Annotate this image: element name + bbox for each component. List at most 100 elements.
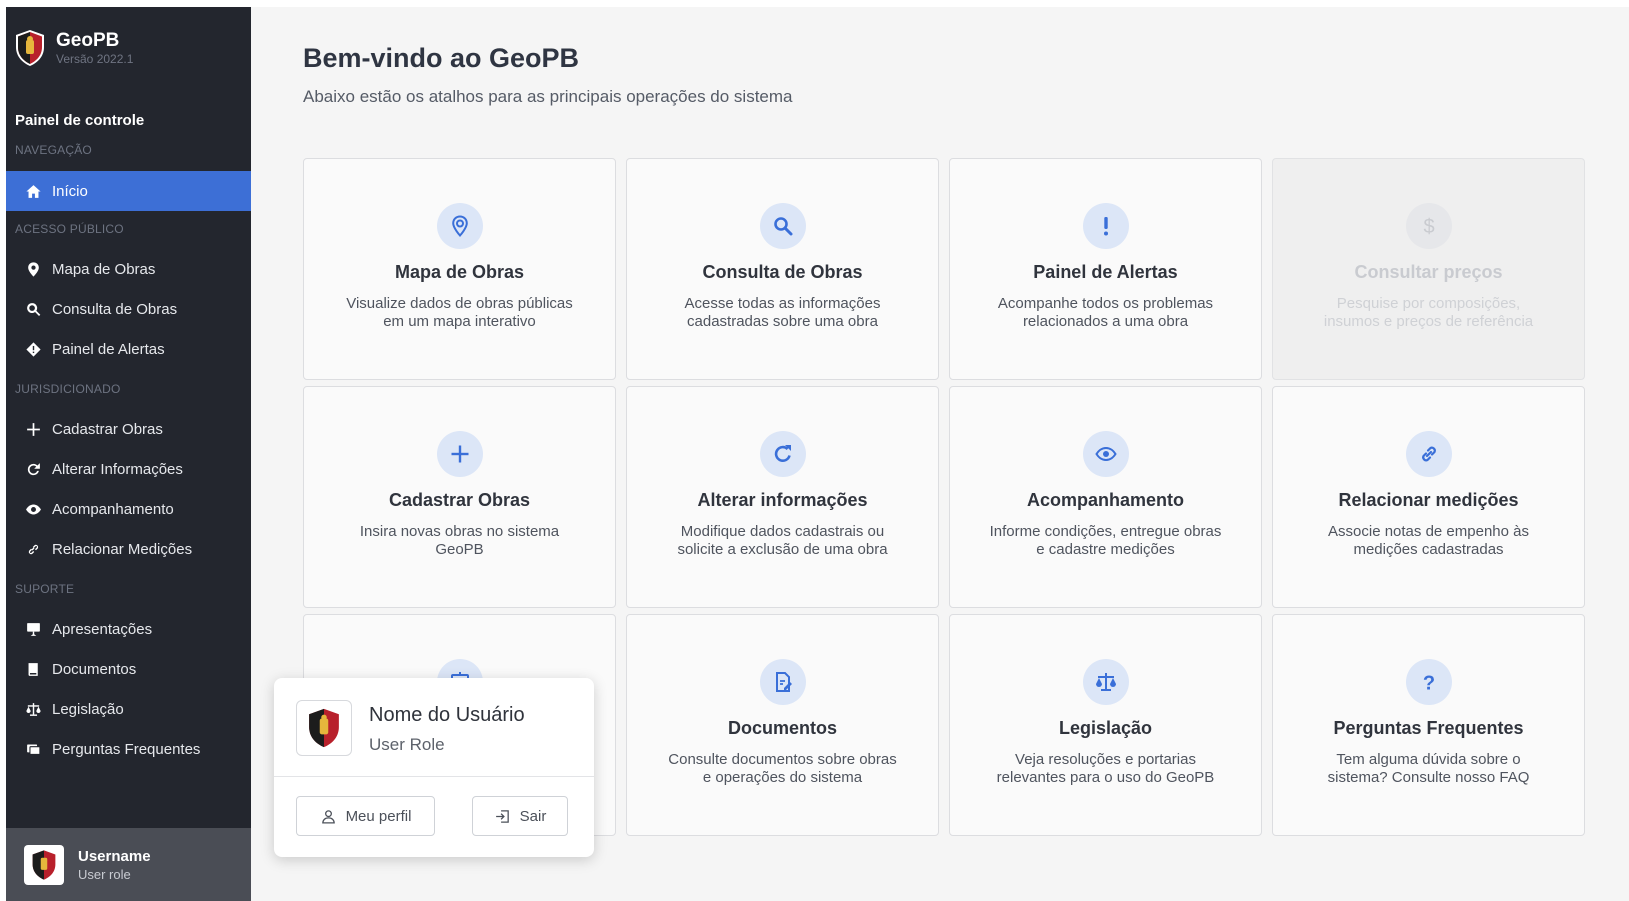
geopb-shield-logo bbox=[32, 849, 56, 880]
card-description: Modifique dados cadastrais ou solicite a… bbox=[677, 523, 888, 558]
card-title: Mapa de Obras bbox=[394, 262, 525, 282]
home-icon bbox=[23, 181, 43, 201]
logout-button[interactable]: Sair bbox=[472, 796, 568, 836]
sidebar-item-painel-de-alertas[interactable]: Painel de Alertas bbox=[6, 329, 251, 369]
app-name: GeoPB bbox=[56, 30, 120, 51]
sidebar-item-perguntas-frequentes[interactable]: Perguntas Frequentes bbox=[6, 729, 251, 769]
card-title: Consultar preços bbox=[1354, 262, 1503, 282]
section-label-acesso-publico: ACESSO PÚBLICO bbox=[15, 222, 124, 236]
card-description: Consulte documentos sobre obras e operaç… bbox=[668, 751, 897, 786]
presentation-icon bbox=[23, 619, 43, 639]
card-alterar-informacoes[interactable]: Alterar informações Modifique dados cada… bbox=[626, 386, 939, 608]
sidebar-item-apresentacoes[interactable]: Apresentações bbox=[6, 609, 251, 649]
card-description: Acompanhe todos os problemas relacionado… bbox=[997, 295, 1214, 330]
sidebar-item-alterar-informacoes[interactable]: Alterar Informações bbox=[6, 449, 251, 489]
sidebar-user[interactable]: Username User role bbox=[6, 828, 251, 901]
sidebar: GeoPB Versão 2022.1 Painel de controle N… bbox=[6, 7, 251, 901]
sidebar-item-documentos[interactable]: Documentos bbox=[6, 649, 251, 689]
popup-user-name: Nome do Usuário bbox=[369, 704, 525, 726]
map-pin-icon bbox=[23, 259, 43, 279]
card-title: Painel de Alertas bbox=[1033, 262, 1178, 282]
sidebar-item-acompanhamento[interactable]: Acompanhamento bbox=[6, 489, 251, 529]
sidebar-item-label: Acompanhamento bbox=[52, 500, 174, 518]
footer-username: Username bbox=[78, 847, 151, 865]
card-description: Associe notas de empenho às medições cad… bbox=[1328, 523, 1529, 558]
card-description: Informe condições, entregue obras e cada… bbox=[989, 523, 1222, 558]
card-consultar-precos: $ Consultar preços Pesquise por composiç… bbox=[1272, 158, 1585, 380]
document-edit-icon bbox=[760, 659, 806, 705]
eye-icon bbox=[1083, 431, 1129, 477]
divider bbox=[274, 776, 594, 777]
sidebar-item-label: Painel de Alertas bbox=[52, 340, 165, 358]
sidebar-item-mapa-de-obras[interactable]: Mapa de Obras bbox=[6, 249, 251, 289]
brand[interactable]: GeoPB Versão 2022.1 bbox=[14, 29, 133, 67]
refresh-icon bbox=[760, 431, 806, 477]
book-icon bbox=[23, 659, 43, 679]
card-documentos[interactable]: Documentos Consulte documentos sobre obr… bbox=[626, 614, 939, 836]
sidebar-item-label: Legislação bbox=[52, 700, 124, 718]
sidebar-item-relacionar-medicoes[interactable]: Relacionar Medições bbox=[6, 529, 251, 569]
card-title: Perguntas Frequentes bbox=[1333, 718, 1524, 738]
sidebar-item-label: Relacionar Medições bbox=[52, 540, 193, 558]
card-title: Consulta de Obras bbox=[702, 262, 863, 282]
map-pin-icon bbox=[437, 203, 483, 249]
sidebar-item-inicio[interactable]: Início bbox=[6, 171, 251, 211]
avatar bbox=[296, 700, 352, 756]
sidebar-item-label: Início bbox=[52, 182, 88, 200]
card-acompanhamento[interactable]: Acompanhamento Informe condições, entreg… bbox=[949, 386, 1262, 608]
card-perguntas-frequentes[interactable]: ? Perguntas Frequentes Tem alguma dúvida… bbox=[1272, 614, 1585, 836]
link-icon bbox=[1406, 431, 1452, 477]
sidebar-item-legislacao[interactable]: Legislação bbox=[6, 689, 251, 729]
page-subtitle: Abaixo estão os atalhos para as principa… bbox=[303, 87, 793, 106]
card-description: Tem alguma dúvida sobre o sistema? Consu… bbox=[1327, 751, 1530, 786]
sidebar-item-consulta-de-obras[interactable]: Consulta de Obras bbox=[6, 289, 251, 329]
sidebar-item-label: Cadastrar Obras bbox=[52, 420, 163, 438]
card-title: Legislação bbox=[1058, 718, 1153, 738]
profile-button[interactable]: Meu perfil bbox=[296, 796, 435, 836]
card-mapa-de-obras[interactable]: Mapa de Obras Visualize dados de obras p… bbox=[303, 158, 616, 380]
card-title: Relacionar medições bbox=[1338, 490, 1519, 510]
sidebar-item-label: Documentos bbox=[52, 660, 137, 678]
sidebar-item-label: Consulta de Obras bbox=[52, 300, 178, 318]
card-legislacao[interactable]: Legislação Veja resoluções e portarias r… bbox=[949, 614, 1262, 836]
plus-icon bbox=[23, 419, 43, 439]
card-consulta-de-obras[interactable]: Consulta de Obras Acesse todas as inform… bbox=[626, 158, 939, 380]
card-title: Acompanhamento bbox=[1026, 490, 1185, 510]
logout-button-label: Sair bbox=[519, 807, 547, 825]
geopb-shield-logo bbox=[309, 708, 339, 748]
card-title: Documentos bbox=[727, 718, 837, 738]
scale-icon bbox=[1083, 659, 1129, 705]
user-icon bbox=[321, 809, 335, 824]
question-icon: ? bbox=[1406, 659, 1452, 705]
section-label-jurisdicionado: JURISDICIONADO bbox=[15, 382, 121, 396]
sidebar-item-cadastrar-obras[interactable]: Cadastrar Obras bbox=[6, 409, 251, 449]
sidebar-item-label: Perguntas Frequentes bbox=[52, 740, 201, 758]
card-relacionar-medicoes[interactable]: Relacionar medições Associe notas de emp… bbox=[1272, 386, 1585, 608]
card-description: Pesquise por composições, insumos e preç… bbox=[1323, 295, 1534, 330]
sidebar-item-label: Apresentações bbox=[52, 620, 153, 638]
alert-diamond-icon bbox=[23, 339, 43, 359]
svg-text:?: ? bbox=[1423, 673, 1435, 695]
page-title: Bem-vindo ao GeoPB bbox=[303, 43, 580, 73]
logout-icon bbox=[495, 809, 509, 823]
plus-icon bbox=[437, 431, 483, 477]
card-title: Cadastrar Obras bbox=[388, 490, 531, 510]
geopb-shield-logo bbox=[16, 30, 44, 66]
svg-text:$: $ bbox=[1423, 216, 1434, 238]
link-icon bbox=[23, 539, 43, 559]
eye-icon bbox=[23, 499, 43, 519]
section-label-suporte: SUPORTE bbox=[15, 582, 75, 596]
app-version: Versão 2022.1 bbox=[56, 52, 134, 66]
exclamation-icon bbox=[1083, 203, 1129, 249]
app-frame: GeoPB Versão 2022.1 Painel de controle N… bbox=[6, 7, 1629, 901]
user-menu-popup: Nome do Usuário User Role Meu perfil Sai… bbox=[274, 678, 594, 857]
refresh-icon bbox=[23, 459, 43, 479]
card-description: Insira novas obras no sistema GeoPB bbox=[359, 523, 560, 558]
sidebar-item-label: Alterar Informações bbox=[52, 460, 183, 478]
panel-title: Painel de controle bbox=[15, 112, 145, 129]
popup-user-role: User Role bbox=[369, 735, 445, 754]
card-description: Acesse todas as informações cadastradas … bbox=[684, 295, 881, 330]
sidebar-item-label: Mapa de Obras bbox=[52, 260, 156, 278]
card-painel-de-alertas[interactable]: Painel de Alertas Acompanhe todos os pro… bbox=[949, 158, 1262, 380]
card-cadastrar-obras[interactable]: Cadastrar Obras Insira novas obras no si… bbox=[303, 386, 616, 608]
